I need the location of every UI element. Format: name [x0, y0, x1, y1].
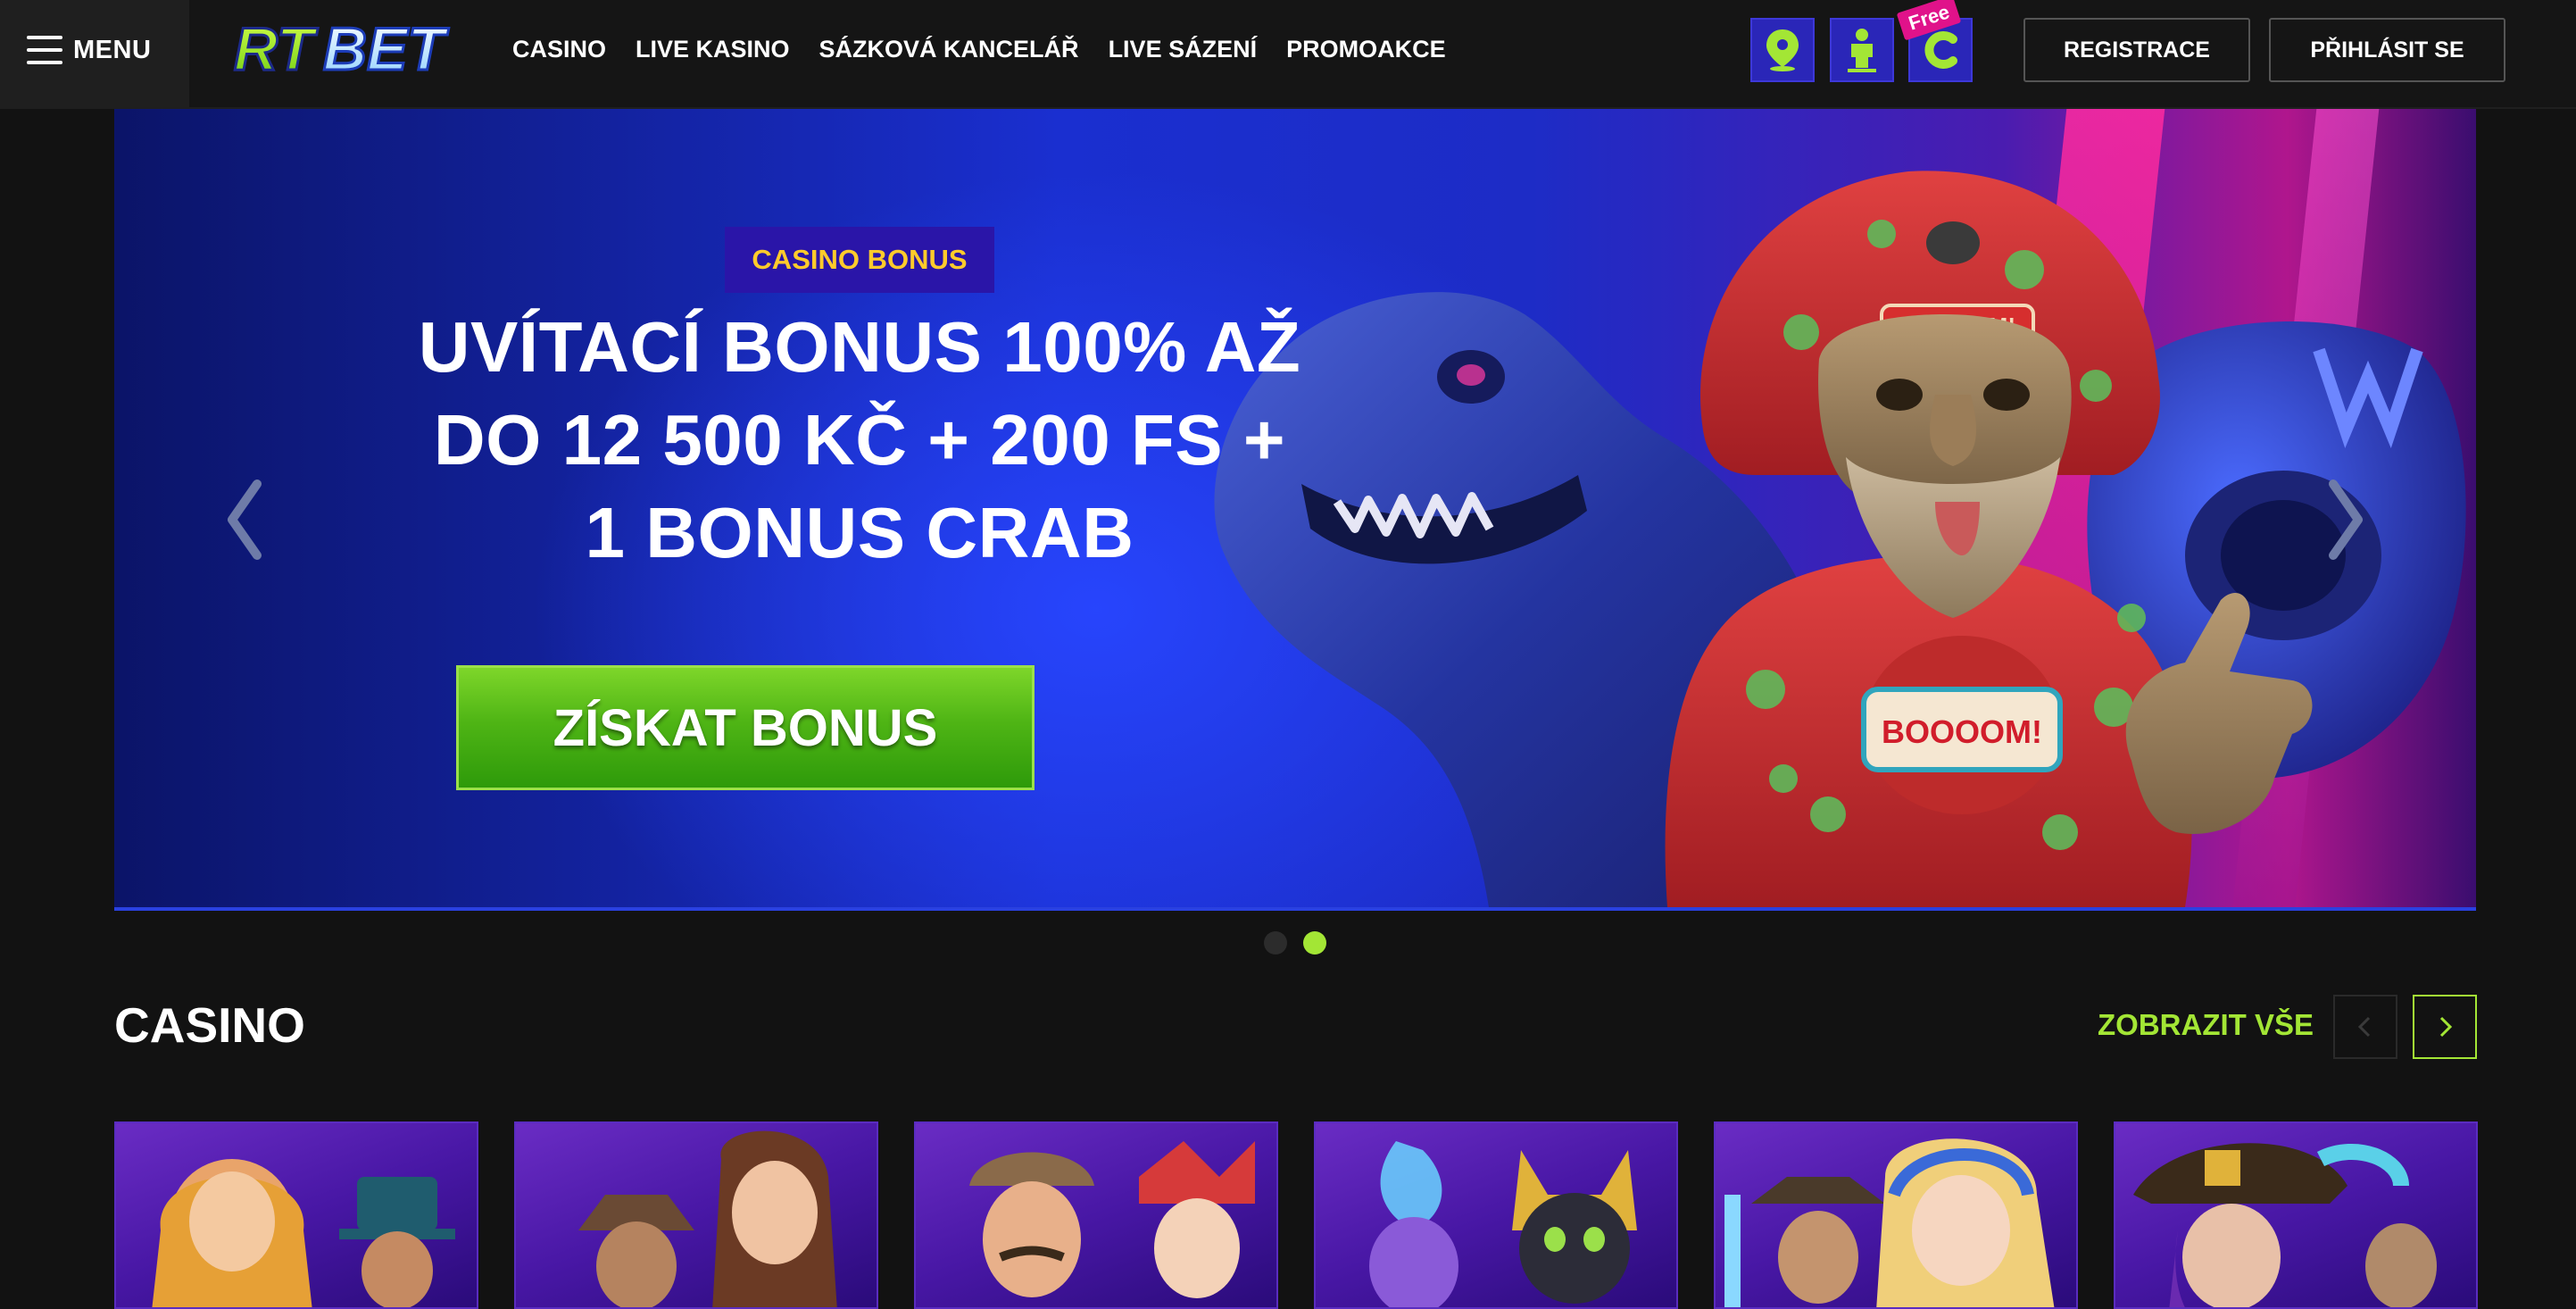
nav-live-sazeni[interactable]: LIVE SÁZENÍ [1109, 36, 1258, 63]
get-bonus-button[interactable]: ZÍSKAT BONUS [456, 665, 1035, 790]
svg-text:RT: RT [234, 18, 319, 82]
slide-dot-1[interactable] [1264, 931, 1287, 955]
svg-text:BET: BET [323, 18, 449, 82]
game-tile[interactable] [1314, 1121, 1678, 1309]
nav-casino[interactable]: CASINO [512, 36, 606, 63]
register-button[interactable]: REGISTRACE [2023, 18, 2250, 82]
carousel-next-button[interactable] [2413, 995, 2477, 1059]
chevron-right-icon [2439, 1016, 2453, 1038]
casino-bonus-tag: CASINO BONUS [725, 227, 994, 293]
game-thumbnail [578, 1130, 837, 1307]
game-tile[interactable] [2114, 1121, 2478, 1309]
headline-line-3: 1 BONUS CRAB [585, 493, 1134, 572]
headline-line-2: DO 12 500 KČ + 200 FS + [433, 400, 1286, 479]
nav-promoakce[interactable]: PROMOAKCE [1286, 36, 1446, 63]
carousel-prev-button[interactable] [2333, 995, 2397, 1059]
game-thumbnail [2133, 1143, 2437, 1307]
promo-banner[interactable]: DOOOOM! BOOOOM! CASINO BONUS UVÍTACÍ BON… [114, 109, 2476, 911]
main-nav: CASINO LIVE KASINO SÁZKOVÁ KANCELÁŘ LIVE… [512, 36, 1446, 63]
login-button[interactable]: PŘIHLÁSIT SE [2269, 18, 2505, 82]
nav-live-kasino[interactable]: LIVE KASINO [636, 36, 790, 63]
chevron-left-icon [2357, 1016, 2371, 1038]
menu-button[interactable]: MENU [0, 0, 189, 107]
casino-section-title: CASINO [114, 997, 305, 1053]
site-header: MENU RT BET CASINO LIVE KASINO SÁZKOVÁ K… [0, 0, 2576, 109]
support-button[interactable] [1830, 18, 1894, 82]
headline-line-1: UVÍTACÍ BONUS 100% AŽ [418, 307, 1301, 387]
hamburger-icon [27, 36, 62, 64]
slide-dot-2-active[interactable] [1303, 931, 1326, 955]
view-all-link[interactable]: ZOBRAZIT VŠE [2098, 1008, 2314, 1042]
map-pin-icon [1766, 29, 1799, 71]
game-tile[interactable] [114, 1121, 478, 1309]
game-tile[interactable] [1714, 1121, 2078, 1309]
game-tile[interactable] [914, 1121, 1278, 1309]
game-thumbnail [1369, 1141, 1637, 1307]
banner-headline: UVÍTACÍ BONUS 100% AŽ DO 12 500 KČ + 200… [293, 301, 1426, 579]
game-thumbnail [1724, 1138, 2055, 1307]
game-thumbnail [152, 1159, 455, 1307]
bearded-character-image: DOOOOM! BOOOOM! [1665, 171, 2313, 907]
chevron-left-icon[interactable] [218, 466, 271, 573]
shirt-sign-text: BOOOOM! [1882, 713, 2042, 750]
menu-label: MENU [73, 36, 152, 64]
game-thumbnail [969, 1141, 1255, 1298]
locator-button[interactable] [1750, 18, 1815, 82]
person-icon [1848, 29, 1876, 72]
nav-sazkova-kancelar[interactable]: SÁZKOVÁ KANCELÁŘ [819, 36, 1079, 63]
game-tile[interactable] [514, 1121, 878, 1309]
chevron-right-icon[interactable] [2319, 466, 2372, 573]
rtbet-logo[interactable]: RT BET [230, 18, 464, 82]
